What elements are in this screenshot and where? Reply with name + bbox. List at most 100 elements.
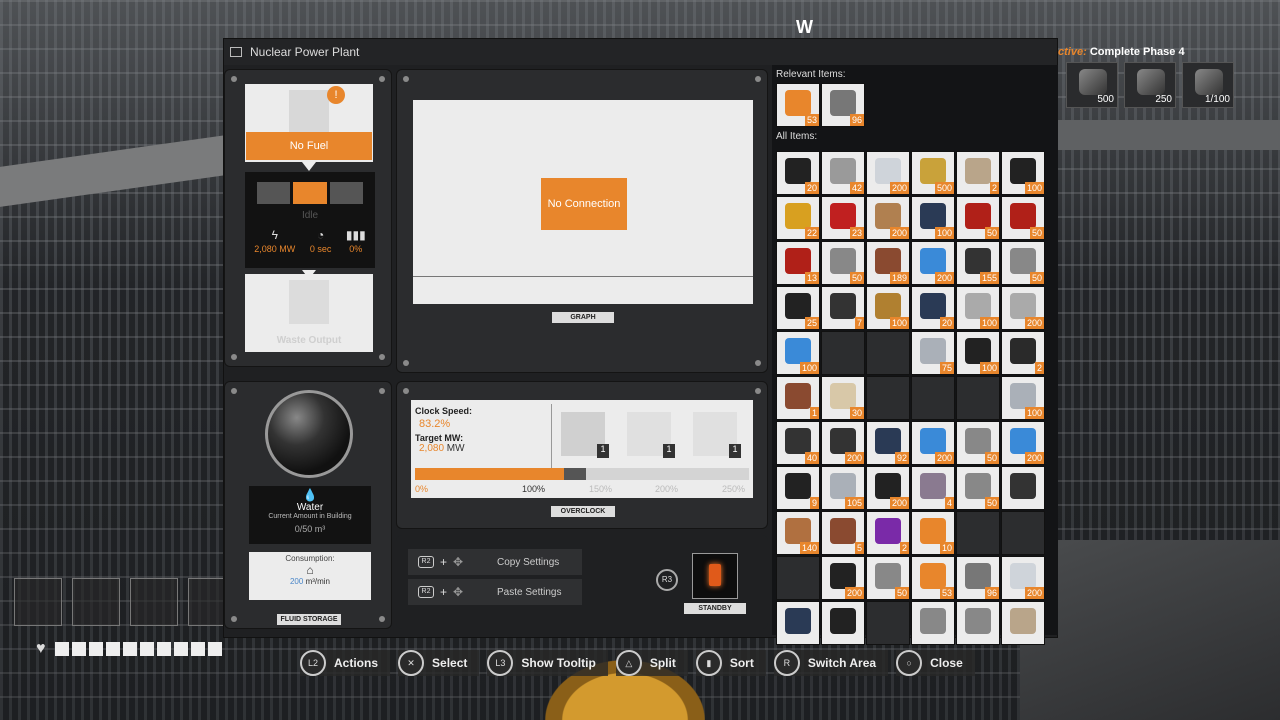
inventory-slot[interactable]: 25 — [776, 286, 820, 330]
overclock-box: Clock Speed: 83.2% Target MW: 2,080 MW 1… — [411, 400, 753, 498]
productivity-icon: ▮▮▮ — [345, 228, 366, 242]
inventory-slot[interactable]: 100 — [866, 286, 910, 330]
inventory-slot[interactable] — [866, 331, 910, 375]
inventory-slot[interactable]: 50 — [866, 556, 910, 600]
inventory-slot[interactable]: 2 — [866, 511, 910, 555]
inventory-slot[interactable]: 96 — [821, 83, 865, 127]
inventory-slot[interactable]: 100 — [776, 331, 820, 375]
inventory-slot[interactable]: 7 — [821, 286, 865, 330]
inventory-slot[interactable]: 23 — [821, 196, 865, 240]
power-shard-slot[interactable]: 1 — [693, 412, 741, 458]
inventory-slot[interactable] — [821, 601, 865, 645]
inventory-slot[interactable]: 5 — [821, 511, 865, 555]
inventory-slot[interactable] — [776, 601, 820, 645]
item-icon — [830, 473, 856, 499]
inventory-slot[interactable]: 9 — [776, 466, 820, 510]
inventory-slot[interactable]: 155 — [956, 241, 1000, 285]
inventory-slot[interactable] — [956, 511, 1000, 555]
target-mw-value[interactable]: 2,080 MW — [419, 443, 472, 454]
power-shard-slot[interactable]: 1 — [627, 412, 675, 458]
inventory-slot[interactable]: 30 — [821, 376, 865, 420]
item-icon — [785, 473, 811, 499]
inventory-slot[interactable] — [821, 331, 865, 375]
inventory-slot[interactable]: 42 — [821, 151, 865, 195]
inventory-slot[interactable]: 200 — [1001, 286, 1045, 330]
item-quantity: 53 — [939, 587, 954, 599]
inventory-slot[interactable] — [1001, 601, 1045, 645]
inventory-slot[interactable] — [1001, 511, 1045, 555]
overclock-slider[interactable] — [415, 468, 749, 480]
item-icon — [830, 563, 856, 589]
inventory-slot[interactable]: 100 — [911, 196, 955, 240]
standby-switch[interactable] — [692, 553, 738, 599]
inventory-slot[interactable] — [956, 601, 1000, 645]
inventory-slot[interactable]: 500 — [911, 151, 955, 195]
paste-settings-button[interactable]: R2 + ✥ Paste Settings — [408, 579, 582, 605]
inventory-slot[interactable]: 2 — [1001, 331, 1045, 375]
inventory-slot[interactable]: 96 — [956, 556, 1000, 600]
power-graph: No Connection — [413, 100, 753, 304]
inventory-slot[interactable]: 53 — [776, 83, 820, 127]
inventory-slot[interactable]: 40 — [776, 421, 820, 465]
inventory-slot[interactable]: 50 — [956, 421, 1000, 465]
inventory-slot[interactable] — [1001, 466, 1045, 510]
copy-settings-button[interactable]: R2 + ✥ Copy Settings — [408, 549, 582, 575]
inventory-slot[interactable] — [911, 376, 955, 420]
inventory-slot[interactable]: 100 — [956, 331, 1000, 375]
inventory-slot[interactable] — [776, 556, 820, 600]
prompt-show-tooltip[interactable]: L3 Show Tooltip — [487, 650, 608, 676]
inventory-slot[interactable]: 200 — [866, 466, 910, 510]
hotbar-slot[interactable] — [72, 578, 120, 626]
inventory-slot[interactable]: 200 — [911, 421, 955, 465]
inventory-slot[interactable]: 22 — [776, 196, 820, 240]
controller-button-icon: R — [773, 650, 800, 676]
prompt-actions[interactable]: L2 Actions — [300, 650, 391, 676]
inventory-slot[interactable]: 200 — [821, 421, 865, 465]
inventory-slot[interactable]: 140 — [776, 511, 820, 555]
inventory-slot[interactable] — [866, 601, 910, 645]
inventory-slot[interactable]: 50 — [1001, 241, 1045, 285]
slider-handle[interactable] — [564, 468, 586, 480]
hotbar-slot[interactable] — [130, 578, 178, 626]
inventory-slot[interactable]: 20 — [776, 151, 820, 195]
info-icon[interactable]: ! — [327, 86, 345, 104]
inventory-slot[interactable]: 20 — [911, 286, 955, 330]
prompt-sort[interactable]: ▮ Sort — [695, 650, 766, 676]
inventory-slot[interactable]: 50 — [821, 241, 865, 285]
inventory-slot[interactable] — [911, 601, 955, 645]
inventory-slot[interactable]: 105 — [821, 466, 865, 510]
inventory-slot[interactable]: 200 — [1001, 556, 1045, 600]
inventory-slot[interactable]: 200 — [866, 151, 910, 195]
prompt-select[interactable]: ✕ Select — [398, 650, 480, 676]
inventory-slot[interactable]: 200 — [821, 556, 865, 600]
inventory-slot[interactable]: 50 — [956, 466, 1000, 510]
inventory-slot[interactable]: 200 — [911, 241, 955, 285]
inventory-slot[interactable]: 1 — [776, 376, 820, 420]
clock-speed-value[interactable]: 83.2% — [419, 418, 472, 430]
clock-speed-label: Clock Speed: — [415, 406, 473, 416]
inventory-slot[interactable]: 53 — [911, 556, 955, 600]
inventory-slot[interactable]: 200 — [1001, 421, 1045, 465]
inventory-slot[interactable] — [866, 376, 910, 420]
prompt-split[interactable]: △ Split — [615, 650, 688, 676]
prompt-close[interactable]: ○ Close — [896, 650, 975, 676]
inventory-slot[interactable]: 50 — [1001, 196, 1045, 240]
inventory-slot[interactable]: 200 — [866, 196, 910, 240]
inventory-slot[interactable]: 2 — [956, 151, 1000, 195]
inventory-slot[interactable]: 10 — [911, 511, 955, 555]
prompt-switch-area[interactable]: R Switch Area — [773, 650, 889, 676]
inventory-slot[interactable]: 100 — [1001, 151, 1045, 195]
objective-item: 1/100 — [1182, 62, 1234, 108]
inventory-slot[interactable]: 189 — [866, 241, 910, 285]
inventory-slot[interactable] — [956, 376, 1000, 420]
inventory-slot[interactable]: 92 — [866, 421, 910, 465]
hotbar-slot[interactable] — [14, 578, 62, 626]
inventory-slot[interactable]: 75 — [911, 331, 955, 375]
power-shard-slot[interactable]: 1 — [561, 412, 609, 458]
inventory-slot[interactable]: 4 — [911, 466, 955, 510]
inventory-slot[interactable]: 50 — [956, 196, 1000, 240]
inventory-slot[interactable]: 100 — [956, 286, 1000, 330]
inventory-slot[interactable]: 100 — [1001, 376, 1045, 420]
inventory-slot[interactable]: 13 — [776, 241, 820, 285]
waste-output-slot[interactable]: Waste Output — [245, 274, 373, 352]
